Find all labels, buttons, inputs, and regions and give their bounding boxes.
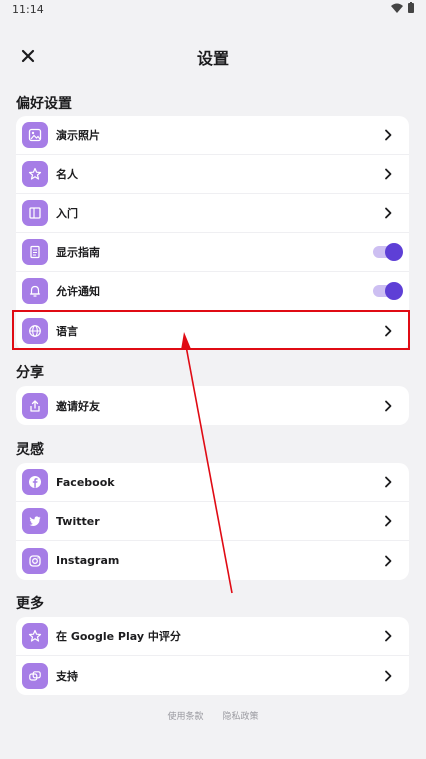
settings-item-rate-google-play[interactable]: 在 Google Play 中评分: [16, 617, 409, 656]
chevron-right-icon: [385, 129, 392, 141]
settings-item-getting-started[interactable]: 入门: [16, 194, 409, 233]
preferences-card: 演示照片 名人 入门 显示指南 允许通知 语言: [16, 116, 409, 350]
settings-item-demo-photos[interactable]: 演示照片: [16, 116, 409, 155]
bell-icon: [22, 278, 48, 304]
settings-item-label: 入门: [56, 207, 78, 220]
toggle-knob: [385, 243, 403, 261]
settings-item-label: Instagram: [56, 554, 120, 567]
header: 设置: [0, 40, 426, 72]
chevron-right-icon: [385, 400, 392, 411]
settings-item-support[interactable]: 支持: [16, 656, 409, 695]
support-icon: [22, 662, 48, 689]
settings-item-label: Twitter: [56, 514, 100, 528]
terms-link[interactable]: 使用条款: [168, 712, 204, 722]
settings-item-language[interactable]: 语言: [16, 311, 409, 350]
chevron-right-icon: [385, 325, 392, 336]
status-time: 11:14: [12, 3, 44, 16]
settings-item-facebook[interactable]: Facebook: [16, 463, 409, 502]
page-title: 设置: [196, 49, 229, 68]
settings-item-label: 允许通知: [56, 285, 100, 298]
chevron-right-icon: [385, 207, 392, 219]
privacy-link[interactable]: 隐私政策: [222, 712, 258, 722]
settings-item-label: 支持: [56, 669, 78, 683]
star-icon: [22, 161, 48, 187]
instagram-icon: [22, 547, 48, 574]
chevron-right-icon: [385, 670, 392, 681]
settings-item-label: 演示照片: [56, 129, 100, 142]
more-card: 在 Google Play 中评分 支持: [16, 617, 409, 695]
settings-item-instagram[interactable]: Instagram: [16, 541, 409, 580]
toggle-knob: [385, 282, 403, 300]
chevron-right-icon: [385, 515, 392, 527]
allow-notifications-toggle[interactable]: [373, 282, 403, 300]
photo-icon: [22, 122, 48, 148]
section-title-preferences: 偏好设置: [16, 96, 72, 112]
settings-item-label: Facebook: [56, 475, 115, 489]
status-icons: [391, 2, 414, 13]
twitter-icon: [22, 508, 48, 534]
chevron-right-icon: [385, 630, 392, 642]
share-card: 邀请好友: [16, 386, 409, 425]
show-guide-toggle[interactable]: [373, 243, 403, 261]
battery-icon: [408, 2, 414, 13]
settings-item-label: 名人: [56, 168, 78, 181]
door-icon: [22, 200, 48, 226]
settings-item-label: 在 Google Play 中评分: [56, 630, 181, 643]
settings-item-label: 语言: [56, 324, 78, 338]
star-icon: [22, 623, 48, 649]
share-icon: [22, 392, 48, 419]
globe-icon: [22, 317, 48, 344]
settings-item-twitter[interactable]: Twitter: [16, 502, 409, 541]
inspiration-card: Facebook Twitter Instagram: [16, 463, 409, 580]
section-title-inspiration: 灵感: [16, 442, 44, 458]
section-title-share: 分享: [16, 365, 44, 381]
chevron-right-icon: [385, 168, 392, 180]
settings-item-allow-notifications: 允许通知: [16, 272, 409, 311]
settings-item-show-guide: 显示指南: [16, 233, 409, 272]
settings-item-label: 显示指南: [56, 246, 100, 259]
wifi-icon: [391, 3, 403, 13]
settings-item-invite-friends[interactable]: 邀请好友: [16, 386, 409, 425]
section-title-more: 更多: [16, 596, 44, 612]
facebook-icon: [22, 469, 48, 495]
settings-item-celebrities[interactable]: 名人: [16, 155, 409, 194]
chevron-right-icon: [385, 555, 392, 566]
settings-item-label: 邀请好友: [56, 399, 100, 413]
status-bar: 11:14: [0, 0, 426, 20]
guide-icon: [22, 239, 48, 265]
footer: 使用条款 隐私政策: [0, 709, 426, 722]
chevron-right-icon: [385, 476, 392, 488]
